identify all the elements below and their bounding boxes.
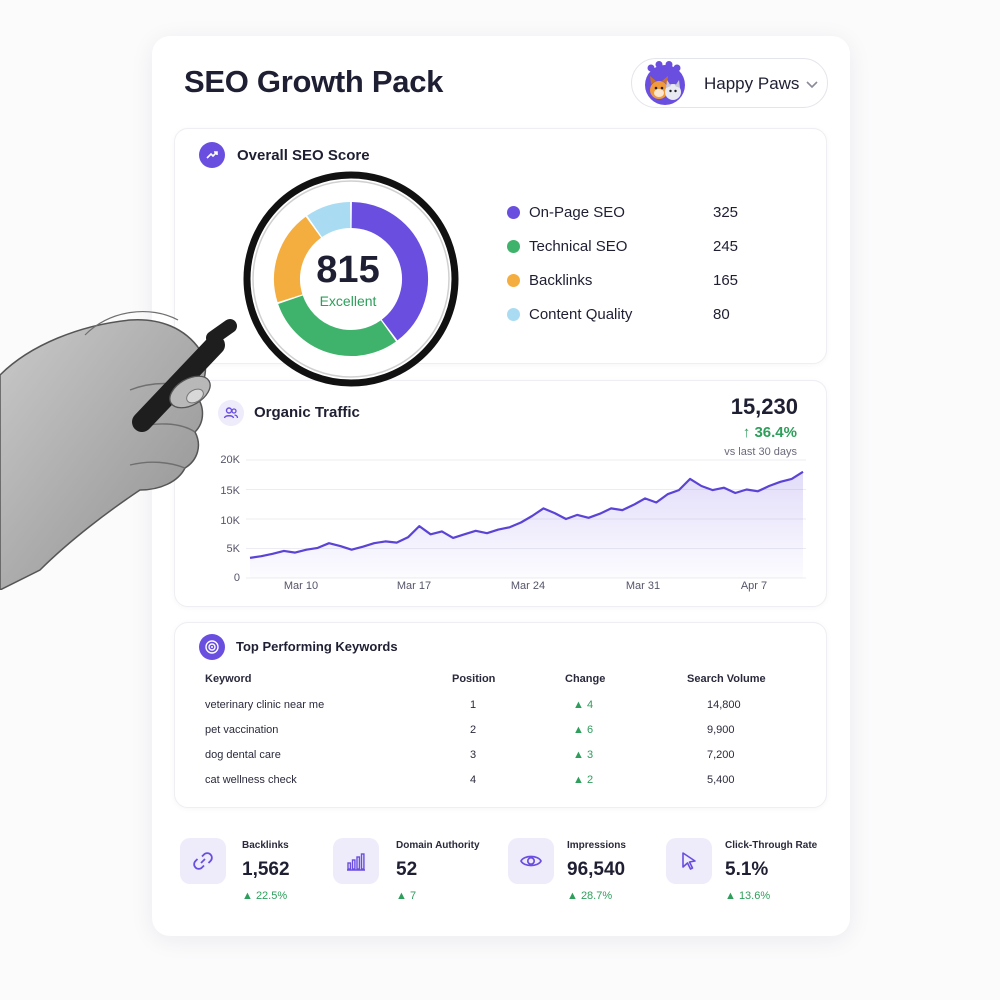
legend-label: Content Quality — [529, 305, 633, 323]
account-switcher[interactable]: Happy Paws — [631, 58, 828, 108]
stat-label: Impressions — [567, 840, 626, 851]
position-cell: 2 — [470, 724, 477, 736]
seo-score-rating: Excellent — [319, 293, 377, 309]
legend-dot — [507, 307, 520, 321]
legend-label: Backlinks — [529, 271, 593, 289]
page-title: SEO Growth Pack — [184, 64, 444, 99]
keyword-cell: veterinary clinic near me — [205, 699, 325, 711]
column-header-change: Change — [565, 673, 606, 685]
stat-change: ▲ 22.5% — [242, 890, 288, 902]
seo-score-value: 815 — [316, 249, 380, 291]
legend-item: Backlinks 165 — [507, 270, 738, 290]
change-cell: ▲ 4 — [573, 699, 594, 711]
position-cell: 1 — [470, 699, 477, 711]
stat-value: 1,562 — [242, 859, 290, 880]
arrow-up-icon: ↑ — [742, 424, 755, 441]
position-cell: 3 — [470, 749, 477, 761]
traffic-period: vs last 30 days — [724, 446, 797, 458]
x-tick: Mar 31 — [625, 580, 661, 592]
traffic-change-value: 36.4% — [754, 424, 797, 441]
stat-label: Click-Through Rate — [725, 840, 818, 851]
target-icon — [199, 634, 225, 660]
legend-item: On-Page SEO 325 — [507, 202, 738, 222]
stat-change: ▲ 7 — [396, 890, 417, 902]
keywords-heading: Top Performing Keywords — [236, 639, 398, 654]
stat-value: 96,540 — [567, 859, 626, 880]
chevron-down-icon — [806, 81, 818, 89]
stat-label: Backlinks — [242, 840, 289, 851]
x-tick: Mar 24 — [510, 580, 546, 592]
change-cell: ▲ 3 — [573, 749, 594, 761]
account-name: Happy Paws — [704, 74, 800, 93]
keyword-cell: pet vaccination — [205, 724, 279, 736]
legend-item: Content Quality 80 — [507, 304, 730, 324]
column-header-keyword: Keyword — [205, 673, 252, 685]
x-tick: Apr 7 — [740, 580, 768, 592]
eye-icon — [508, 838, 554, 884]
legend-dot — [507, 273, 520, 287]
stat-change: ▲ 28.7% — [567, 890, 613, 902]
traffic-change: ↑ 36.4% — [743, 424, 797, 441]
stat-value: 5.1% — [725, 859, 769, 880]
stat-value: 52 — [396, 859, 418, 880]
keyword-cell: dog dental care — [205, 749, 281, 761]
volume-cell: 5,400 — [707, 774, 735, 786]
keyword-cell: cat wellness check — [205, 774, 297, 786]
legend-value: 325 — [713, 203, 739, 221]
column-header-volume: Search Volume — [687, 673, 766, 685]
legend-dot — [507, 239, 520, 253]
pet-logo-icon — [645, 61, 685, 105]
legend-dot — [507, 205, 520, 219]
legend-label: Technical SEO — [529, 237, 628, 255]
change-cell: ▲ 2 — [573, 774, 594, 786]
bar-chart-icon — [333, 838, 379, 884]
traffic-total: 15,230 — [730, 394, 798, 419]
legend-value: 80 — [713, 305, 730, 323]
change-cell: ▲ 6 — [573, 724, 594, 736]
volume-cell: 14,800 — [707, 699, 741, 711]
position-cell: 4 — [470, 774, 477, 786]
cursor-icon — [666, 838, 712, 884]
stat-label: Domain Authority — [396, 840, 480, 851]
volume-cell: 9,900 — [707, 724, 735, 736]
donut-segment — [307, 202, 351, 238]
column-header-position: Position — [452, 673, 496, 685]
legend-label: On-Page SEO — [529, 203, 625, 221]
stat-change: ▲ 13.6% — [725, 890, 771, 902]
link-icon — [180, 838, 226, 884]
legend-value: 245 — [713, 237, 739, 255]
legend-value: 165 — [713, 271, 739, 289]
legend-item: Technical SEO 245 — [507, 236, 738, 256]
volume-cell: 7,200 — [707, 749, 735, 761]
